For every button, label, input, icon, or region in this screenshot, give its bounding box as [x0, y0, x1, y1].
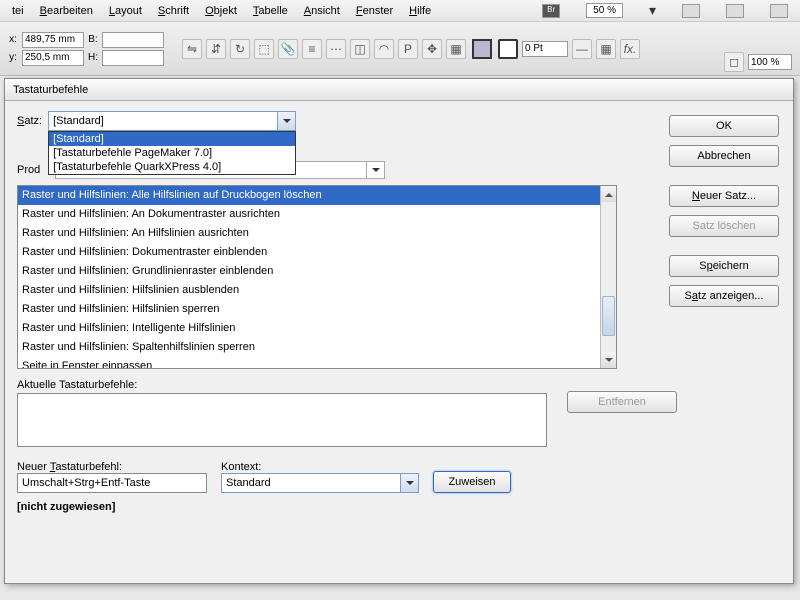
- fx-icon[interactable]: fx.: [620, 39, 640, 59]
- list-item[interactable]: Seite in Fenster einpassen: [18, 357, 616, 368]
- chevron-down-icon[interactable]: [400, 474, 418, 492]
- menu-file[interactable]: tei: [12, 5, 24, 17]
- stroke-weight-input[interactable]: [522, 41, 568, 57]
- set-option-quark[interactable]: [Tastaturbefehle QuarkXPress 4.0]: [49, 160, 295, 174]
- list-item[interactable]: Raster und Hilfslinien: Intelligente Hil…: [18, 319, 616, 338]
- current-shortcuts-label: Aktuelle Tastaturbefehle:: [17, 379, 137, 391]
- show-set-button[interactable]: Satz anzeigen...: [669, 285, 779, 307]
- menu-object[interactable]: Objekt: [205, 5, 237, 17]
- arrange-icon[interactable]: [770, 4, 788, 18]
- shear-icon[interactable]: ⬚: [254, 39, 274, 59]
- h-label: H:: [86, 52, 100, 63]
- context-combo[interactable]: Standard: [221, 473, 419, 493]
- control-panel: x: B: y: H: ⇋ ⇵ ↻ ⬚ 📎 ≡ ⋯ ◫ ◠ P ✥ ▦ — ▦ …: [0, 22, 800, 76]
- assignment-status: [nicht zugewiesen]: [17, 501, 781, 513]
- y-label: y:: [6, 52, 20, 63]
- scrollbar[interactable]: [600, 186, 616, 368]
- remove-button[interactable]: Entfernen: [567, 391, 677, 413]
- list-item[interactable]: Raster und Hilfslinien: Spaltenhilfslini…: [18, 338, 616, 357]
- context-label: Kontext:: [221, 461, 419, 473]
- fill-swatch[interactable]: [472, 39, 492, 59]
- set-label: Satz:: [17, 115, 42, 127]
- new-shortcut-label: Neuer Tastaturbefehl:: [17, 461, 207, 473]
- save-button[interactable]: Speichern: [669, 255, 779, 277]
- new-set-button[interactable]: Neuer Satz...: [669, 185, 779, 207]
- delete-set-button[interactable]: Satz löschen: [669, 215, 779, 237]
- cap-icon[interactable]: ◻: [724, 52, 744, 72]
- x-input[interactable]: [22, 32, 84, 48]
- keyboard-shortcuts-dialog: Tastaturbefehle Satz: [Standard] [Standa…: [4, 78, 794, 584]
- path-icon[interactable]: ◠: [374, 39, 394, 59]
- set-combo[interactable]: [Standard] [Standard] [Tastaturbefehle P…: [48, 111, 296, 131]
- scroll-up-icon[interactable]: [601, 186, 616, 202]
- rotate-icon[interactable]: ↻: [230, 39, 250, 59]
- menu-type[interactable]: Schrift: [158, 5, 189, 17]
- menu-layout[interactable]: Layout: [109, 5, 142, 17]
- list-item[interactable]: Raster und Hilfslinien: Alle Hilfslinien…: [18, 186, 616, 205]
- menu-help[interactable]: Hilfe: [409, 5, 431, 17]
- zoom-level[interactable]: 50 %: [586, 3, 623, 18]
- flip-v-icon[interactable]: ⇵: [206, 39, 226, 59]
- opacity-input[interactable]: 100 %: [748, 54, 792, 70]
- view-mode-icon[interactable]: [682, 4, 700, 18]
- scroll-thumb[interactable]: [602, 296, 615, 336]
- menu-window[interactable]: Fenster: [356, 5, 393, 17]
- anchor-icon[interactable]: ✥: [422, 39, 442, 59]
- set-dropdown: [Standard] [Tastaturbefehle PageMaker 7.…: [48, 131, 296, 175]
- commands-listbox[interactable]: Raster und Hilfslinien: Alle Hilfslinien…: [17, 185, 617, 369]
- stroke-style-icon[interactable]: —: [572, 39, 592, 59]
- w-input[interactable]: [102, 32, 164, 48]
- align-icon[interactable]: ≡: [302, 39, 322, 59]
- ok-button[interactable]: OK: [669, 115, 779, 137]
- opts-icon[interactable]: ⋯: [326, 39, 346, 59]
- list-item[interactable]: Raster und Hilfslinien: Hilfslinien ausb…: [18, 281, 616, 300]
- h-input[interactable]: [102, 50, 164, 66]
- list-item[interactable]: Raster und Hilfslinien: Dokumentraster e…: [18, 243, 616, 262]
- set-option-pagemaker[interactable]: [Tastaturbefehle PageMaker 7.0]: [49, 146, 295, 160]
- menu-table[interactable]: Tabelle: [253, 5, 288, 17]
- list-item[interactable]: Raster und Hilfslinien: An Dokumentraste…: [18, 205, 616, 224]
- clip-icon[interactable]: 📎: [278, 39, 298, 59]
- screen-mode-icon[interactable]: [726, 4, 744, 18]
- product-label: Prod: [17, 164, 45, 176]
- scroll-down-icon[interactable]: [601, 352, 616, 368]
- cancel-button[interactable]: Abbrechen: [669, 145, 779, 167]
- grid-icon[interactable]: ▦: [596, 39, 616, 59]
- list-item[interactable]: Raster und Hilfslinien: Grundlinienraste…: [18, 262, 616, 281]
- new-shortcut-input[interactable]: Umschalt+Strg+Entf-Taste: [17, 473, 207, 493]
- x-label: x:: [6, 34, 20, 45]
- chevron-down-icon[interactable]: [277, 112, 295, 130]
- menu-bar: tei Bearbeiten Layout Schrift Objekt Tab…: [0, 0, 800, 22]
- w-label: B:: [86, 34, 100, 45]
- assign-button[interactable]: Zuweisen: [433, 471, 511, 493]
- list-item[interactable]: Raster und Hilfslinien: Hilfslinien sper…: [18, 300, 616, 319]
- menu-view[interactable]: Ansicht: [304, 5, 340, 17]
- dialog-title: Tastaturbefehle: [5, 79, 793, 101]
- sel-icon[interactable]: ◫: [350, 39, 370, 59]
- list-item[interactable]: Raster und Hilfslinien: An Hilfslinien a…: [18, 224, 616, 243]
- chevron-down-icon[interactable]: [366, 162, 384, 178]
- bridge-icon[interactable]: Br: [542, 4, 560, 18]
- set-option-standard[interactable]: [Standard]: [49, 132, 295, 146]
- y-input[interactable]: [22, 50, 84, 66]
- type-icon[interactable]: P: [398, 39, 418, 59]
- wrap-icon[interactable]: ▦: [446, 39, 466, 59]
- current-shortcuts-box[interactable]: [17, 393, 547, 447]
- chevron-down-icon[interactable]: ▾: [649, 2, 656, 19]
- flip-h-icon[interactable]: ⇋: [182, 39, 202, 59]
- menu-edit[interactable]: Bearbeiten: [40, 5, 93, 17]
- stroke-swatch[interactable]: [498, 39, 518, 59]
